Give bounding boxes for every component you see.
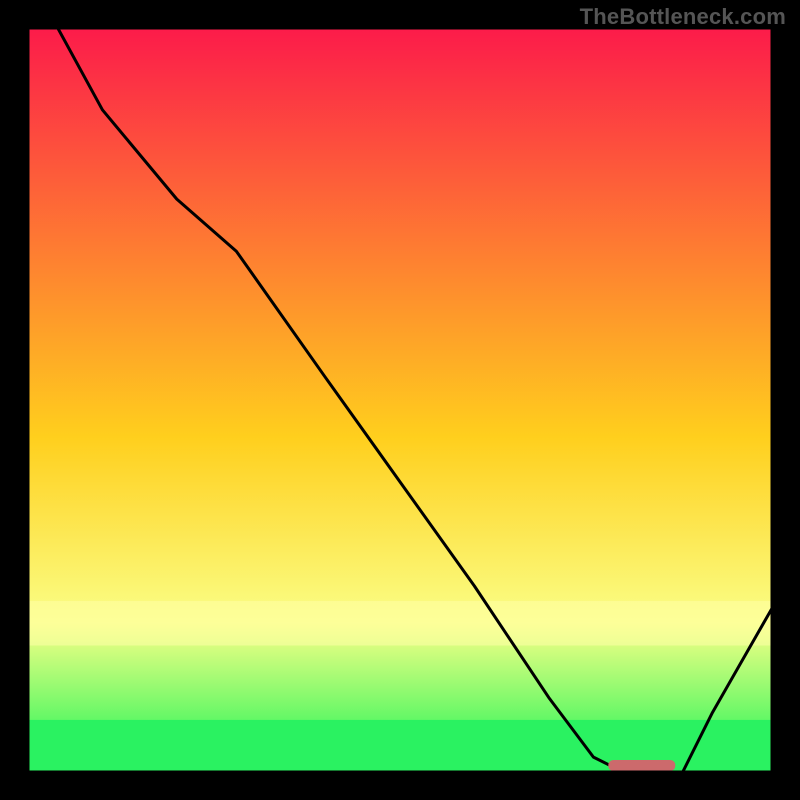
- chart-container: TheBottleneck.com: [0, 0, 800, 800]
- chart-gradient-bg: [28, 28, 772, 772]
- optimal-range-marker: [608, 760, 675, 771]
- watermark-text: TheBottleneck.com: [580, 4, 786, 30]
- soft-band-yellow: [28, 601, 772, 646]
- bottleneck-chart: [0, 0, 800, 800]
